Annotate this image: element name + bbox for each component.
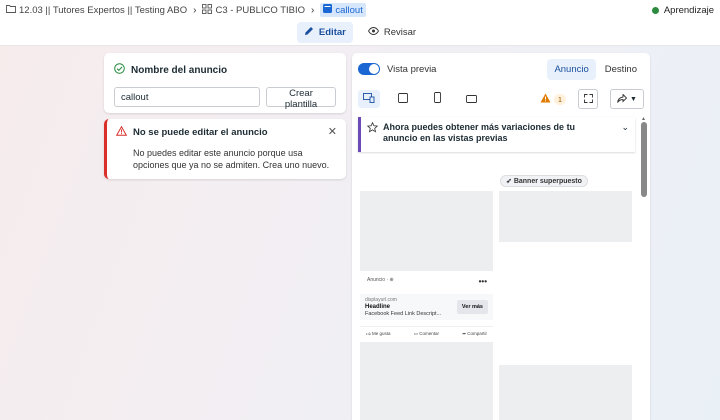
comment-label: Comentar [419,331,439,336]
more-icon[interactable]: ••• [479,277,487,286]
status-dot-icon [651,6,659,14]
overlay-banner-text: Banner superpuesto [513,178,582,185]
comment-icon: ▭ [413,331,418,336]
vertical-format-button[interactable] [426,90,448,108]
ad-name-row: Crear plantilla [114,87,336,110]
landscape-icon [465,92,477,106]
star-icon [366,121,379,147]
post-link-text: displayurl.com Headline Facebook Feed Li… [365,297,441,317]
breadcrumb-campaign[interactable]: 12.03 || Tutores Expertos || Testing ABO [6,4,187,16]
overlay-preview-content [499,242,632,365]
share-label: Compartir [467,331,487,336]
warning-count: 1 [553,93,566,105]
breadcrumb-adset-label: C3 - PUBLICO TIBIO [215,4,306,16]
post-description: Facebook Feed Link Descript... [365,311,442,317]
ad-name-title: Nombre del anuncio [131,64,228,76]
share-dropdown[interactable]: ▼ [610,89,644,109]
close-icon[interactable]: ✕ [328,125,337,138]
preview-tabs: Anuncio Destino [547,58,644,80]
edit-button-label: Editar [318,27,346,38]
preview-tools: 1 ▼ [352,87,650,111]
edit-button[interactable]: Editar [296,22,353,43]
top-bar: 12.03 || Tutores Expertos || Testing ABO… [0,0,720,20]
ad-name-input[interactable] [114,87,260,107]
error-header: No se puede editar el anuncio [115,125,337,139]
delivery-status: Aprendizaje [651,4,714,16]
square-icon [398,92,408,106]
like-label: Me gusta [371,331,391,336]
post-actions: 👍︎ Me gusta ▭ Comentar ➦ Compartir [360,326,493,341]
share-icon [617,92,628,106]
warning-triangle-icon [115,125,128,139]
post-page-label: Anuncio · ⊕ [367,277,394,283]
facebook-post-preview: Anuncio · ⊕ ••• displayurl.com Headline … [360,271,493,342]
post-url: displayurl.com [365,297,397,303]
preview-toggle[interactable] [358,63,380,75]
share-action[interactable]: ➦ Compartir [462,331,487,337]
eye-icon [367,27,379,38]
horizontal-format-button[interactable] [460,90,482,108]
ad-name-header: Nombre del anuncio [114,63,336,77]
expand-icon [583,92,593,106]
check-circle-icon [114,63,125,77]
preview-header: Vista previa Anuncio Destino [352,53,650,85]
pin-icon: ➶ [506,178,512,185]
expand-button[interactable] [578,89,598,109]
breadcrumb-ad[interactable]: callout [320,3,366,17]
preview-panel: Vista previa Anuncio Destino 1 ▼ Ahora p… [352,53,650,420]
cta-button[interactable]: Ver más [456,300,488,314]
overlay-banner-label: ➶ Banner superpuesto [500,175,588,187]
mode-toolbar: Editar Revisar [0,20,720,46]
tab-anuncio[interactable]: Anuncio [547,58,596,80]
preview-scrollbar[interactable]: ▲ [641,116,648,420]
caret-down-icon: ▼ [630,95,637,103]
error-card: No se puede editar el anuncio No puedes … [104,119,346,179]
folder-icon [6,4,16,16]
review-button-label: Revisar [383,27,417,38]
preview-toggle-label: Vista previa [387,63,437,75]
breadcrumb-separator-icon: › [311,4,315,16]
breadcrumb-campaign-label: 12.03 || Tutores Expertos || Testing ABO [19,4,188,16]
like-action[interactable]: 👍︎ Me gusta [366,331,390,337]
overlay-preview-column[interactable] [499,191,632,420]
placements-view-button[interactable] [358,90,380,108]
ad-icon [323,4,333,16]
share-arrow-icon: ➦ [462,331,466,336]
variations-banner[interactable]: Ahora puedes obtener más variaciones de … [358,117,635,152]
breadcrumb-ad-label: callout [335,4,363,16]
status-label: Aprendizaje [663,4,714,16]
scroll-thumb[interactable] [641,122,647,197]
feed-preview-column[interactable]: Anuncio · ⊕ ••• displayurl.com Headline … [360,191,493,420]
review-button[interactable]: Revisar [361,23,423,42]
multi-device-icon [363,92,375,106]
post-header: Anuncio · ⊕ ••• [360,271,493,286]
error-message: No puedes editar este anuncio porque usa… [133,148,330,170]
grid-icon [202,3,213,17]
post-link-area[interactable]: displayurl.com Headline Facebook Feed Li… [360,294,493,320]
warning-icon [540,93,551,105]
preview-canvas: ➶ Banner superpuesto Anuncio · ⊕ ••• dis… [352,154,640,420]
ad-name-card: Nombre del anuncio Crear plantilla [104,53,346,113]
error-title: No se puede editar el anuncio [133,127,268,138]
create-template-button[interactable]: Crear plantilla [266,87,336,110]
breadcrumb-adset[interactable]: C3 - PUBLICO TIBIO [202,3,306,17]
post-headline: Headline [365,304,391,310]
warnings-indicator[interactable]: 1 [540,93,566,105]
breadcrumb-separator-icon: › [193,4,197,16]
chevron-down-icon[interactable]: ⌄ [621,122,629,147]
comment-action[interactable]: ▭ Comentar [414,331,439,337]
banner-text: Ahora puedes obtener más variaciones de … [383,122,576,143]
tab-destino[interactable]: Destino [598,59,644,80]
thumbs-up-icon: 👍︎ [366,331,371,336]
phone-icon [433,92,441,106]
pencil-icon [304,26,314,39]
square-format-button[interactable] [392,90,414,108]
